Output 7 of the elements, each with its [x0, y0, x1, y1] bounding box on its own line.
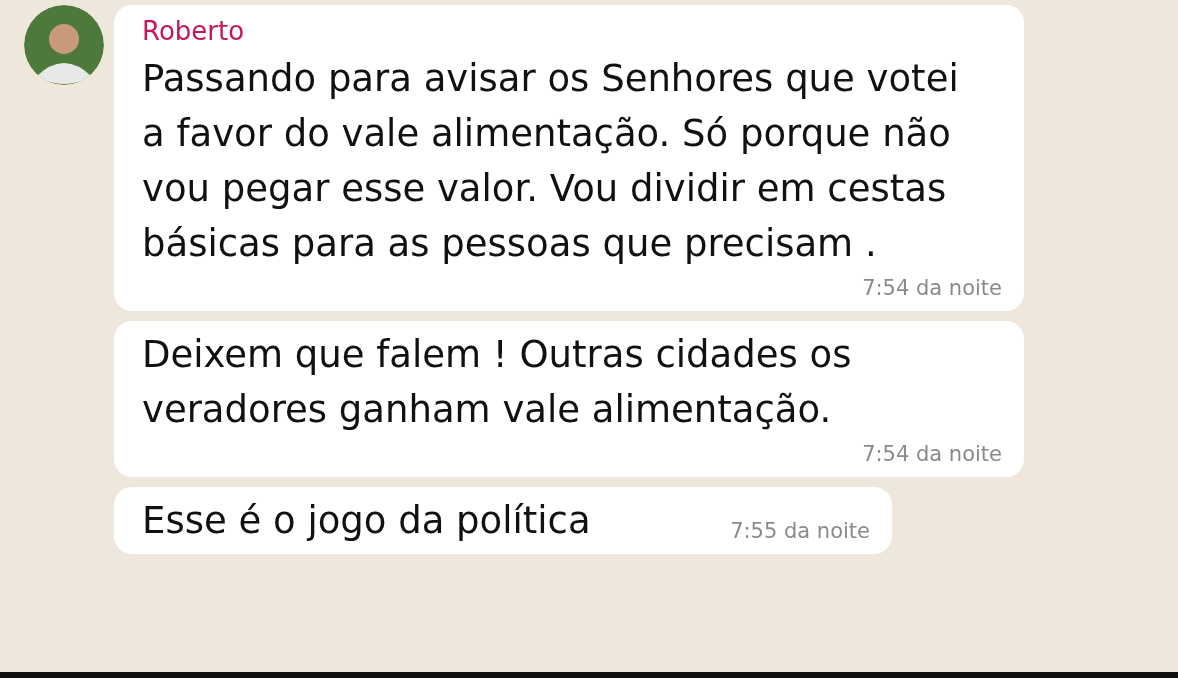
sender-name: Roberto [142, 15, 246, 48]
message-time: 7:54 da noite [861, 275, 1002, 302]
message-text: Esse é o jogo da política [142, 498, 591, 544]
message-time: 7:55 da noite [729, 518, 870, 545]
message-time: 7:54 da noite [861, 441, 1002, 468]
message-text: Deixem que falem ! Outras cidades os veradores ganham vale alimentação. [142, 332, 853, 433]
message-text: Passando para avisar os Senhores que votei a favor do vale alimentação. Só porque não vou pegar esse valor. Vou dividir em cestas básicas para as pessoas que precisam . [142, 56, 960, 267]
